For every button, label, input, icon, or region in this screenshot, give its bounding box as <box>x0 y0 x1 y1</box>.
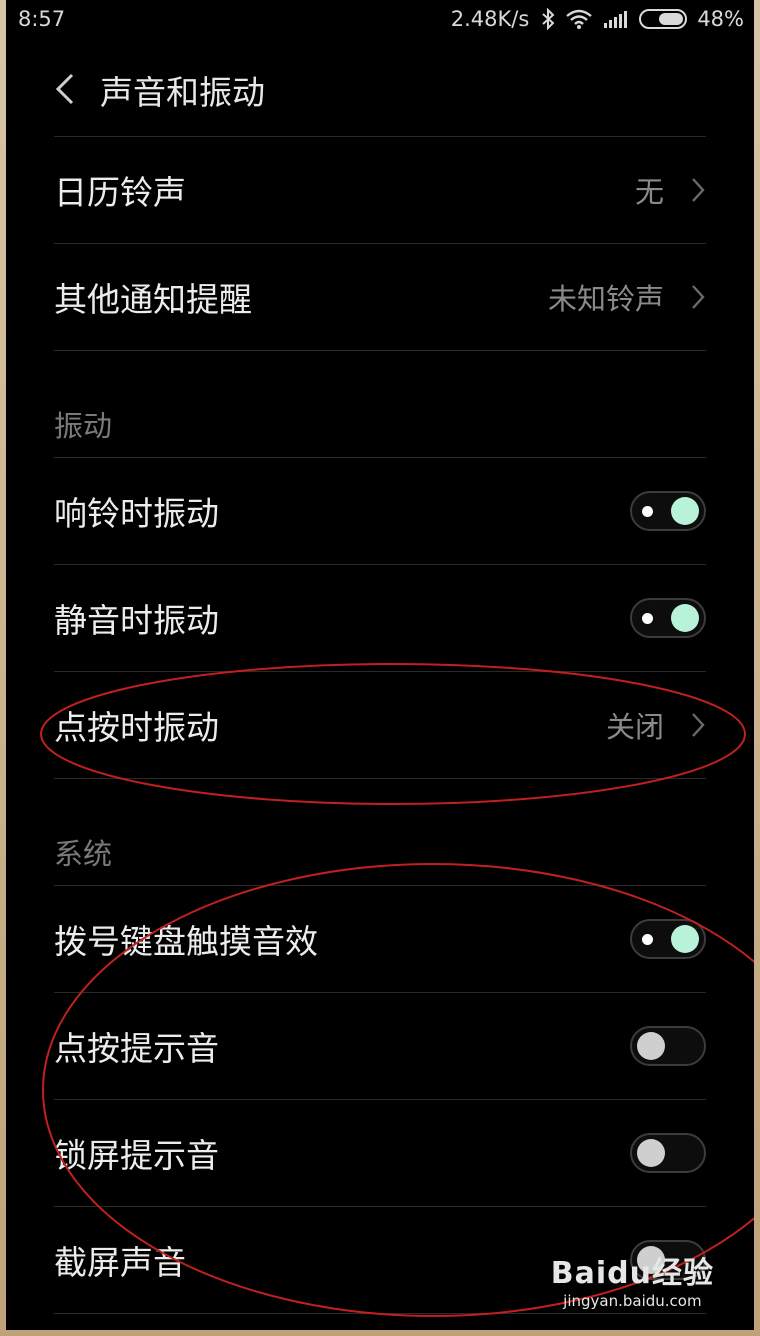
header: 声音和振动 <box>6 38 754 136</box>
chevron-right-icon <box>690 712 706 738</box>
toggle-switch[interactable] <box>630 598 706 638</box>
status-bar: 8:57 2.48K/s 48% <box>6 0 754 38</box>
toggle-switch[interactable] <box>630 1133 706 1173</box>
row-label: 点按时振动 <box>54 708 219 747</box>
row-value: 未知铃声 <box>547 282 664 316</box>
row-label: 静音时振动 <box>54 601 219 640</box>
row-calendar-ringtone[interactable]: 日历铃声 无 <box>54 137 706 243</box>
settings-list: 日历铃声 无 其他通知提醒 未知铃声 振动 响铃时振动 静音时振动 点按时振动 … <box>54 136 706 1314</box>
status-battery: 48% <box>697 7 744 31</box>
toggle-switch[interactable] <box>630 1026 706 1066</box>
row-label: 日历铃声 <box>54 173 186 212</box>
watermark: Baidu经验 jingyan.baidu.com <box>551 1248 714 1310</box>
chevron-right-icon <box>690 284 706 310</box>
status-time: 8:57 <box>18 7 66 31</box>
signal-icon <box>603 9 629 29</box>
row-label: 其他通知提醒 <box>54 280 252 319</box>
row-label: 响铃时振动 <box>54 494 219 533</box>
row-label: 截屏声音 <box>54 1243 186 1282</box>
section-title: 系统 <box>54 837 113 871</box>
row-vibrate-on-ring[interactable]: 响铃时振动 <box>54 458 706 564</box>
row-lockscreen-sound[interactable]: 锁屏提示音 <box>54 1100 706 1206</box>
watermark-logo: Baidu经验 <box>550 1256 714 1291</box>
status-right: 2.48K/s 48% <box>451 7 744 31</box>
status-net-speed: 2.48K/s <box>450 7 530 31</box>
row-dialpad-touch-sound[interactable]: 拨号键盘触摸音效 <box>54 886 706 992</box>
chevron-left-icon[interactable] <box>52 72 78 106</box>
row-value: 无 <box>634 175 664 209</box>
divider <box>54 1313 706 1314</box>
section-header-vibration: 振动 <box>54 351 706 457</box>
row-label: 锁屏提示音 <box>54 1136 219 1175</box>
row-label: 拨号键盘触摸音效 <box>54 922 318 961</box>
row-tap-sound[interactable]: 点按提示音 <box>54 993 706 1099</box>
section-title: 振动 <box>54 409 113 443</box>
bluetooth-icon <box>541 8 555 30</box>
chevron-right-icon <box>690 177 706 203</box>
battery-icon <box>639 9 688 29</box>
page-title: 声音和振动 <box>100 73 265 112</box>
section-header-system: 系统 <box>54 779 706 885</box>
settings-screen: 8:57 2.48K/s 48% 声音和振动 日历铃声 无 其他通知提醒 未知铃… <box>6 0 754 1330</box>
wifi-icon <box>565 9 593 29</box>
watermark-url: jingyan.baidu.com <box>563 1292 702 1310</box>
row-other-notification[interactable]: 其他通知提醒 未知铃声 <box>54 244 706 350</box>
row-label: 点按提示音 <box>54 1029 219 1068</box>
row-vibrate-on-tap[interactable]: 点按时振动 关闭 <box>54 672 706 778</box>
row-vibrate-on-silent[interactable]: 静音时振动 <box>54 565 706 671</box>
row-value: 关闭 <box>605 710 664 744</box>
toggle-switch[interactable] <box>630 919 706 959</box>
toggle-switch[interactable] <box>630 491 706 531</box>
